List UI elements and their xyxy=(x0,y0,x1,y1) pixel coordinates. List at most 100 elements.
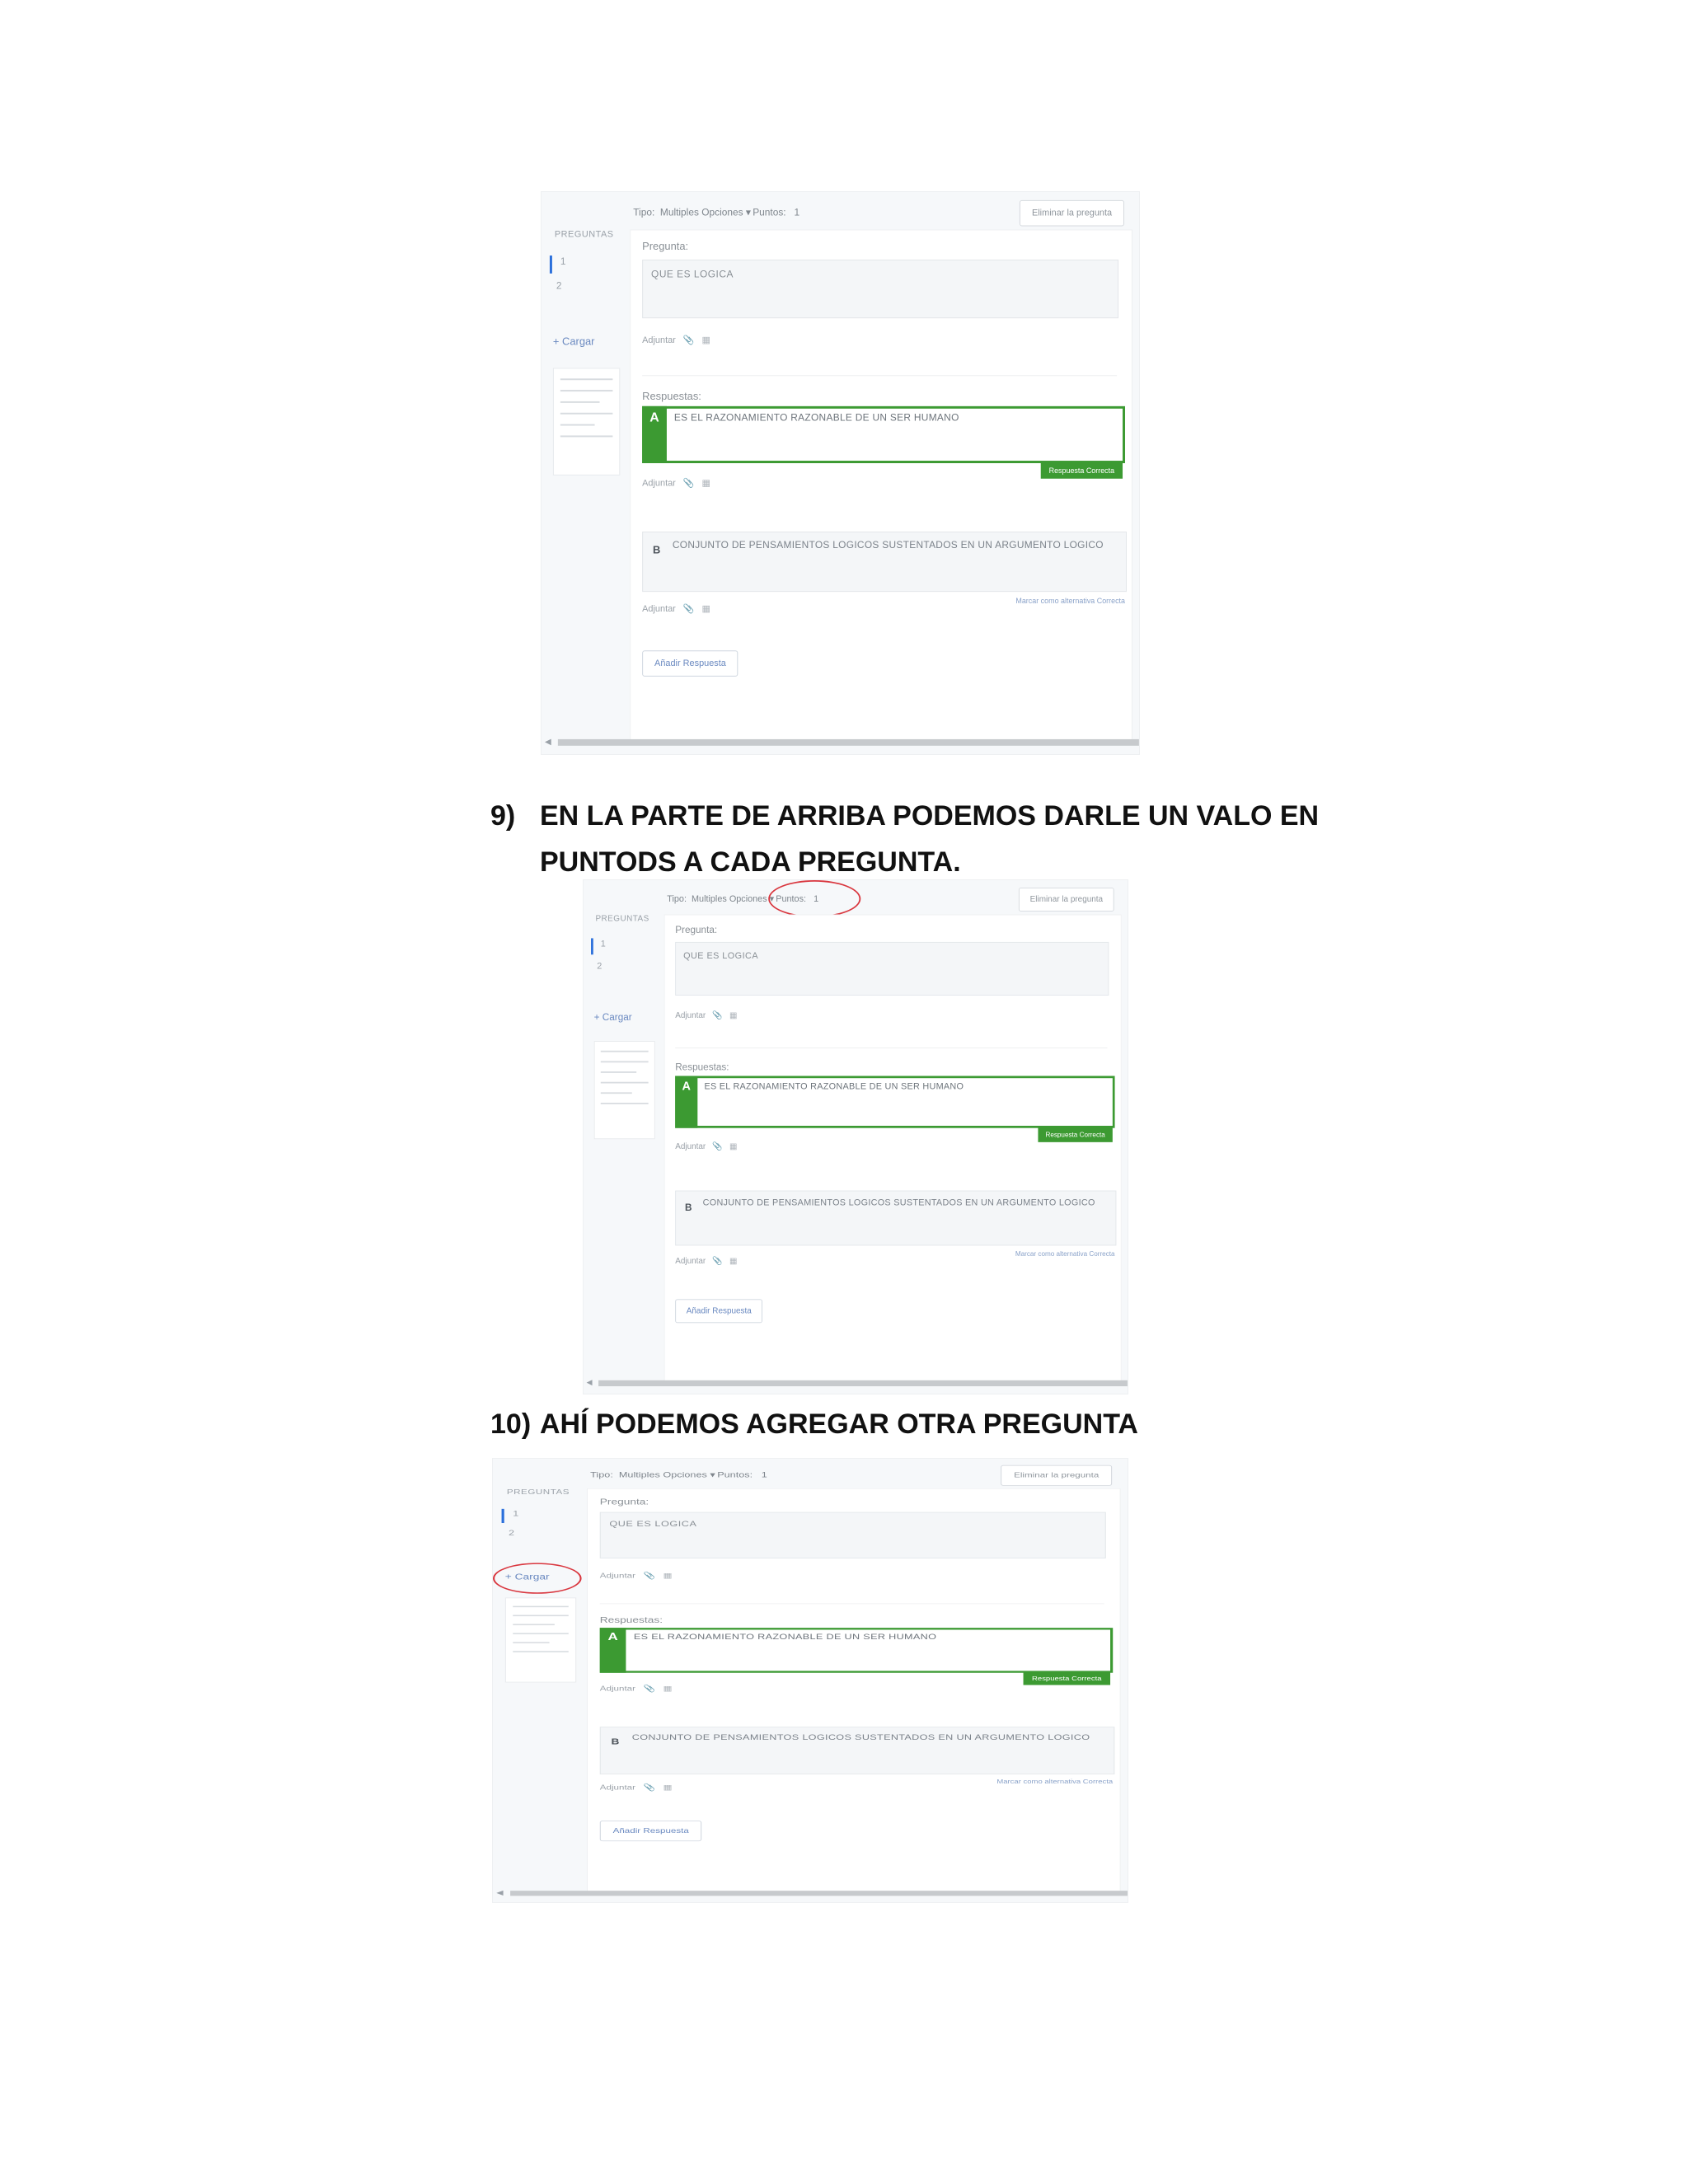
step-text: AHÍ PODEMOS AGREGAR OTRA PREGUNTA xyxy=(540,1408,1138,1440)
sidebar-hint-box xyxy=(504,1597,577,1683)
sidebar-item-question-2[interactable]: 2 xyxy=(509,1528,514,1537)
points-highlight-circle xyxy=(768,880,861,918)
chevron-left-icon[interactable]: ◀ xyxy=(587,1379,593,1387)
step-9-heading: 9) EN LA PARTE DE ARRIBA PODEMOS DARLE U… xyxy=(490,793,1405,885)
question-value: QUE ES LOGICA xyxy=(651,268,734,280)
attach-question-row[interactable]: Adjuntar 📎 ▦ xyxy=(675,1010,737,1020)
type-selector[interactable]: Tipo: Multiples Opciones ▾ xyxy=(633,207,751,218)
attach-answer-a-row[interactable]: Adjuntar 📎 ▦ xyxy=(642,478,710,489)
question-input[interactable]: QUE ES LOGICA xyxy=(675,941,1109,996)
points-field[interactable]: Puntos: 1 xyxy=(717,1470,767,1479)
questions-sidebar: PREGUNTAS 1 2 + Cargar xyxy=(588,910,656,1163)
step-10-heading: 10) AHÍ PODEMOS AGREGAR OTRA PREGUNTA xyxy=(490,1401,1405,1447)
paperclip-icon[interactable]: 📎 xyxy=(644,1685,655,1693)
paperclip-icon[interactable]: 📎 xyxy=(644,1783,655,1792)
paperclip-icon[interactable]: 📎 xyxy=(683,478,695,489)
step-text: EN LA PARTE DE ARRIBA PODEMOS DARLE UN V… xyxy=(540,800,1320,878)
image-icon[interactable]: ▦ xyxy=(663,1572,673,1579)
add-question-button[interactable]: + Cargar xyxy=(553,335,595,348)
horizontal-scrollbar[interactable]: ◀ xyxy=(493,1888,1128,1897)
attach-answer-a-row[interactable]: Adjuntar 📎 ▦ xyxy=(675,1141,737,1151)
sidebar-item-question-1[interactable]: 1 xyxy=(501,1508,518,1523)
add-question-button[interactable]: + Cargar xyxy=(594,1011,632,1023)
points-field[interactable]: Puntos: 1 xyxy=(753,207,799,218)
answer-a-letter: A xyxy=(675,1076,698,1128)
paperclip-icon[interactable]: 📎 xyxy=(712,1141,722,1151)
attach-answer-b-row[interactable]: Adjuntar 📎 ▦ xyxy=(642,603,710,614)
answers-label: Respuestas: xyxy=(675,1061,729,1072)
chevron-left-icon[interactable]: ◀ xyxy=(496,1890,503,1897)
chevron-down-icon: ▾ xyxy=(745,206,751,218)
answer-b[interactable]: B CONJUNTO DE PENSAMIENTOS LOGICOS SUSTE… xyxy=(642,531,1127,593)
add-question-label: + Cargar xyxy=(552,335,595,348)
image-icon[interactable]: ▦ xyxy=(701,478,710,489)
chevron-left-icon[interactable]: ◀ xyxy=(545,738,551,747)
answer-b-letter: B xyxy=(653,543,661,556)
image-icon[interactable]: ▦ xyxy=(701,335,710,345)
sidebar-item-question-2[interactable]: 2 xyxy=(597,961,602,972)
image-icon[interactable]: ▦ xyxy=(729,1141,737,1151)
image-icon[interactable]: ▦ xyxy=(729,1256,737,1266)
question-form: Pregunta: QUE ES LOGICA Adjuntar 📎 ▦ Res… xyxy=(663,914,1122,1384)
correct-answer-badge: Respuesta Correcta xyxy=(1023,1671,1111,1685)
question-form: Pregunta: QUE ES LOGICA Adjuntar 📎 ▦ Res… xyxy=(630,229,1132,743)
attach-question-row[interactable]: Adjuntar 📎 ▦ xyxy=(600,1572,673,1579)
attach-answer-b-row[interactable]: Adjuntar 📎 ▦ xyxy=(600,1783,673,1792)
screenshot-question-editor-1: Tipo: Multiples Opciones ▾ Puntos: 1 Eli… xyxy=(542,192,1139,754)
image-icon[interactable]: ▦ xyxy=(701,603,710,614)
delete-question-button[interactable]: Eliminar la pregunta xyxy=(1019,888,1114,912)
answer-a-correct[interactable]: A ES EL RAZONAMIENTO RAZONABLE DE UN SER… xyxy=(642,405,1126,479)
question-label: Pregunta: xyxy=(675,924,718,935)
question-label: Pregunta: xyxy=(599,1497,649,1507)
mark-correct-link[interactable]: Marcar como alternativa Correcta xyxy=(1015,1250,1115,1258)
answer-a-correct[interactable]: A ES EL RAZONAMIENTO RAZONABLE DE UN SER… xyxy=(599,1628,1114,1685)
screenshot-question-editor-3: Tipo: Multiples Opciones ▾ Puntos: 1 Eli… xyxy=(493,1459,1128,1902)
chevron-down-icon: ▾ xyxy=(710,1470,715,1479)
paperclip-icon[interactable]: 📎 xyxy=(683,603,695,614)
add-question-label: + Cargar xyxy=(593,1010,632,1023)
editor-toolbar: Tipo: Multiples Opciones ▾ Puntos: 1 Eli… xyxy=(630,199,1131,227)
delete-question-button[interactable]: Eliminar la pregunta xyxy=(1001,1465,1113,1486)
image-icon[interactable]: ▦ xyxy=(729,1010,737,1020)
screenshot-question-editor-2: Tipo: Multiples Opciones ▾ Puntos: 1 Eli… xyxy=(584,880,1128,1394)
mark-correct-link[interactable]: Marcar como alternativa Correcta xyxy=(1015,597,1125,605)
mark-correct-link[interactable]: Marcar como alternativa Correcta xyxy=(996,1779,1113,1785)
paperclip-icon[interactable]: 📎 xyxy=(683,335,695,345)
answer-b[interactable]: B CONJUNTO DE PENSAMIENTOS LOGICOS SUSTE… xyxy=(599,1727,1115,1774)
paperclip-icon[interactable]: 📎 xyxy=(644,1572,655,1579)
attach-answer-b-row[interactable]: Adjuntar 📎 ▦ xyxy=(675,1256,737,1266)
attach-answer-a-row[interactable]: Adjuntar 📎 ▦ xyxy=(600,1685,673,1693)
sidebar-item-question-2[interactable]: 2 xyxy=(556,280,562,292)
sidebar-hint-box xyxy=(552,368,621,476)
sidebar-item-question-1[interactable]: 1 xyxy=(549,255,565,274)
answer-b[interactable]: B CONJUNTO DE PENSAMIENTOS LOGICOS SUSTE… xyxy=(675,1190,1117,1246)
attach-question-row[interactable]: Adjuntar 📎 ▦ xyxy=(642,335,710,345)
question-value: QUE ES LOGICA xyxy=(609,1519,697,1529)
editor-toolbar: Tipo: Multiples Opciones ▾ Puntos: 1 Eli… xyxy=(587,1465,1119,1486)
image-icon[interactable]: ▦ xyxy=(663,1783,673,1792)
add-answer-button[interactable]: Añadir Respuesta xyxy=(675,1299,763,1324)
answer-b-letter: B xyxy=(611,1736,620,1746)
answer-b-letter: B xyxy=(684,1202,692,1213)
horizontal-scrollbar[interactable]: ◀ xyxy=(584,1377,1128,1388)
add-answer-button[interactable]: Añadir Respuesta xyxy=(599,1821,702,1842)
answer-a-letter: A xyxy=(599,1628,626,1673)
image-icon[interactable]: ▦ xyxy=(663,1685,673,1693)
answer-a-letter: A xyxy=(642,405,667,464)
horizontal-scrollbar[interactable]: ◀ xyxy=(542,736,1139,748)
type-selector[interactable]: Tipo: Multiples Opciones ▾ xyxy=(590,1470,715,1479)
correct-answer-badge: Respuesta Correcta xyxy=(1040,462,1123,479)
answers-label: Respuestas: xyxy=(642,390,701,402)
sidebar-item-question-1[interactable]: 1 xyxy=(591,938,606,955)
paperclip-icon[interactable]: 📎 xyxy=(712,1256,722,1266)
question-input[interactable]: QUE ES LOGICA xyxy=(599,1511,1106,1558)
question-input[interactable]: QUE ES LOGICA xyxy=(642,260,1119,319)
paperclip-icon[interactable]: 📎 xyxy=(712,1010,722,1020)
answer-b-text: CONJUNTO DE PENSAMIENTOS LOGICOS SUSTENT… xyxy=(631,1732,1090,1742)
add-question-highlight-circle xyxy=(493,1563,582,1594)
type-selector[interactable]: Tipo: Multiples Opciones ▾ xyxy=(667,893,774,904)
answer-b-text: CONJUNTO DE PENSAMIENTOS LOGICOS SUSTENT… xyxy=(672,538,1104,551)
delete-question-button[interactable]: Eliminar la pregunta xyxy=(1020,199,1125,227)
answer-a-correct[interactable]: A ES EL RAZONAMIENTO RAZONABLE DE UN SER… xyxy=(675,1076,1115,1142)
add-answer-button[interactable]: Añadir Respuesta xyxy=(642,650,738,677)
